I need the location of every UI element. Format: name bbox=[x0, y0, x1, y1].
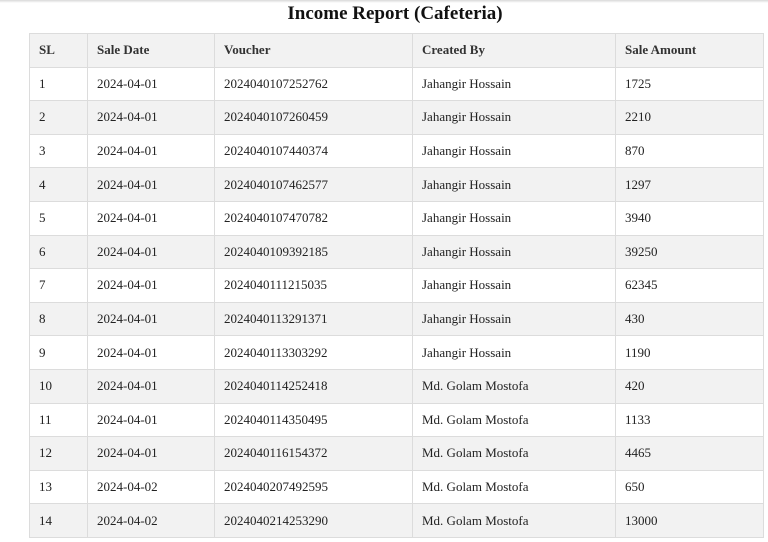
cell-sl: 5 bbox=[29, 200, 88, 236]
cell-voucher: 2024040107470782 bbox=[214, 200, 413, 236]
cell-sale-date: 2024-04-01 bbox=[87, 436, 215, 471]
cell-sale-date: 2024-04-01 bbox=[87, 66, 215, 102]
cell-voucher: 2024040107462577 bbox=[214, 167, 413, 202]
cell-created-by: Md. Golam Mostofa bbox=[412, 402, 616, 438]
cell-created-by: Md. Golam Mostofa bbox=[412, 503, 616, 538]
cell-sale-amount: 420 bbox=[615, 368, 764, 404]
cell-sale-date: 2024-04-01 bbox=[87, 234, 215, 270]
table-row: 7 2024-04-01 2024040111215035 Jahangir Hoss… bbox=[29, 268, 764, 303]
cell-sale-date: 2024-04-01 bbox=[87, 301, 215, 337]
cell-sl: 8 bbox=[29, 301, 88, 337]
cell-sale-date: 2024-04-01 bbox=[87, 133, 215, 169]
cell-sale-date: 2024-04-01 bbox=[87, 167, 215, 202]
cell-created-by: Jahangir Hossain bbox=[412, 200, 616, 236]
cell-created-by: Jahangir Hossain bbox=[412, 133, 616, 169]
table-row: 4 2024-04-01 2024040107462577 Jahangir Hoss… bbox=[29, 167, 764, 202]
cell-created-by: Jahangir Hossain bbox=[412, 301, 616, 337]
cell-sl: 13 bbox=[29, 469, 88, 505]
cell-sale-date: 2024-04-01 bbox=[87, 335, 215, 370]
cell-voucher: 2024040109392185 bbox=[214, 234, 413, 270]
cell-sale-amount: 1725 bbox=[615, 66, 764, 102]
cell-created-by: Jahangir Hossain bbox=[412, 167, 616, 202]
cell-sale-amount: 430 bbox=[615, 301, 764, 337]
column-header-created-by: Created By bbox=[412, 33, 616, 68]
cell-sl: 12 bbox=[29, 436, 88, 471]
table-header-row: SL Sale Date Voucher Created By Sale Amo… bbox=[29, 33, 764, 68]
column-header-sale-amount: Sale Amount bbox=[615, 33, 764, 68]
column-header-voucher: Voucher bbox=[214, 33, 413, 68]
cell-sale-amount: 2210 bbox=[615, 100, 764, 135]
cell-sale-date: 2024-04-01 bbox=[87, 200, 215, 236]
cell-sale-amount: 1133 bbox=[615, 402, 764, 438]
cell-voucher: 2024040107440374 bbox=[214, 133, 413, 169]
table-row: 9 2024-04-01 2024040113303292 Jahangir Hoss… bbox=[29, 335, 764, 370]
cell-sl: 1 bbox=[29, 66, 88, 102]
cell-sl: 10 bbox=[29, 368, 88, 404]
cell-sale-date: 2024-04-01 bbox=[87, 268, 215, 303]
table-row: 13 2024-04-02 2024040207492595 Md. Golam Mo… bbox=[29, 469, 764, 505]
cell-sl: 9 bbox=[29, 335, 88, 370]
cell-created-by: Md. Golam Mostofa bbox=[412, 436, 616, 471]
cell-sale-amount: 1190 bbox=[615, 335, 764, 370]
cell-sale-amount: 13000 bbox=[615, 503, 764, 538]
column-header-sl: SL bbox=[29, 33, 88, 68]
cell-sale-date: 2024-04-02 bbox=[87, 503, 215, 538]
cell-sl: 6 bbox=[29, 234, 88, 270]
cell-created-by: Md. Golam Mostofa bbox=[412, 368, 616, 404]
cell-sale-amount: 1297 bbox=[615, 167, 764, 202]
cell-sale-date: 2024-04-01 bbox=[87, 402, 215, 438]
cell-sale-amount: 870 bbox=[615, 133, 764, 169]
table-row: 10 2024-04-01 2024040114252418 Md. Golam Mo… bbox=[29, 368, 764, 404]
cell-sl: 14 bbox=[29, 503, 88, 538]
cell-sl: 2 bbox=[29, 100, 88, 135]
cell-voucher: 2024040113291371 bbox=[214, 301, 413, 337]
table-row: 8 2024-04-01 2024040113291371 Jahangir Hoss… bbox=[29, 301, 764, 337]
cell-sale-amount: 4465 bbox=[615, 436, 764, 471]
cell-sl: 7 bbox=[29, 268, 88, 303]
cell-sale-date: 2024-04-01 bbox=[87, 100, 215, 135]
cell-voucher: 2024040116154372 bbox=[214, 436, 413, 471]
cell-voucher: 2024040111215035 bbox=[214, 268, 413, 303]
table-row: 3 2024-04-01 2024040107440374 Jahangir Hoss… bbox=[29, 133, 764, 169]
cell-voucher: 2024040107252762 bbox=[214, 66, 413, 102]
table-row: 2 2024-04-01 2024040107260459 Jahangir Hoss… bbox=[29, 100, 764, 135]
cell-sl: 4 bbox=[29, 167, 88, 202]
cell-created-by: Jahangir Hossain bbox=[412, 66, 616, 102]
cell-voucher: 2024040114350495 bbox=[214, 402, 413, 438]
table-row: 5 2024-04-01 2024040107470782 Jahangir Hoss… bbox=[29, 200, 764, 236]
cell-voucher: 2024040214253290 bbox=[214, 503, 413, 538]
table-row: 14 2024-04-02 2024040214253290 Md. Golam Mo… bbox=[29, 503, 764, 538]
cell-created-by: Md. Golam Mostofa bbox=[412, 469, 616, 505]
table-body: 1 2024-04-01 2024040107252762 Jahangir Hoss… bbox=[29, 66, 764, 538]
cell-sale-amount: 3940 bbox=[615, 200, 764, 236]
income-table: SL Sale Date Voucher Created By Sale Amo… bbox=[29, 33, 764, 538]
cell-sl: 11 bbox=[29, 402, 88, 438]
cell-sl: 3 bbox=[29, 133, 88, 169]
table-row: 12 2024-04-01 2024040116154372 Md. Golam Mo… bbox=[29, 436, 764, 471]
cell-created-by: Jahangir Hossain bbox=[412, 234, 616, 270]
cell-sale-amount: 650 bbox=[615, 469, 764, 505]
report-title: Income Report (Cafeteria) bbox=[287, 3, 503, 24]
cell-sale-date: 2024-04-02 bbox=[87, 469, 215, 505]
cell-sale-amount: 62345 bbox=[615, 268, 764, 303]
cell-sale-date: 2024-04-01 bbox=[87, 368, 215, 404]
column-header-sale-date: Sale Date bbox=[87, 33, 215, 68]
cell-sale-amount: 39250 bbox=[615, 234, 764, 270]
table-row: 1 2024-04-01 2024040107252762 Jahangir Hoss… bbox=[29, 66, 764, 102]
cell-voucher: 2024040114252418 bbox=[214, 368, 413, 404]
table-row: 11 2024-04-01 2024040114350495 Md. Golam Mo… bbox=[29, 402, 764, 438]
cell-created-by: Jahangir Hossain bbox=[412, 268, 616, 303]
cell-created-by: Jahangir Hossain bbox=[412, 100, 616, 135]
cell-voucher: 2024040113303292 bbox=[214, 335, 413, 370]
cell-voucher: 2024040107260459 bbox=[214, 100, 413, 135]
cell-created-by: Jahangir Hossain bbox=[412, 335, 616, 370]
cell-voucher: 2024040207492595 bbox=[214, 469, 413, 505]
table-row: 6 2024-04-01 2024040109392185 Jahangir Hoss… bbox=[29, 234, 764, 270]
